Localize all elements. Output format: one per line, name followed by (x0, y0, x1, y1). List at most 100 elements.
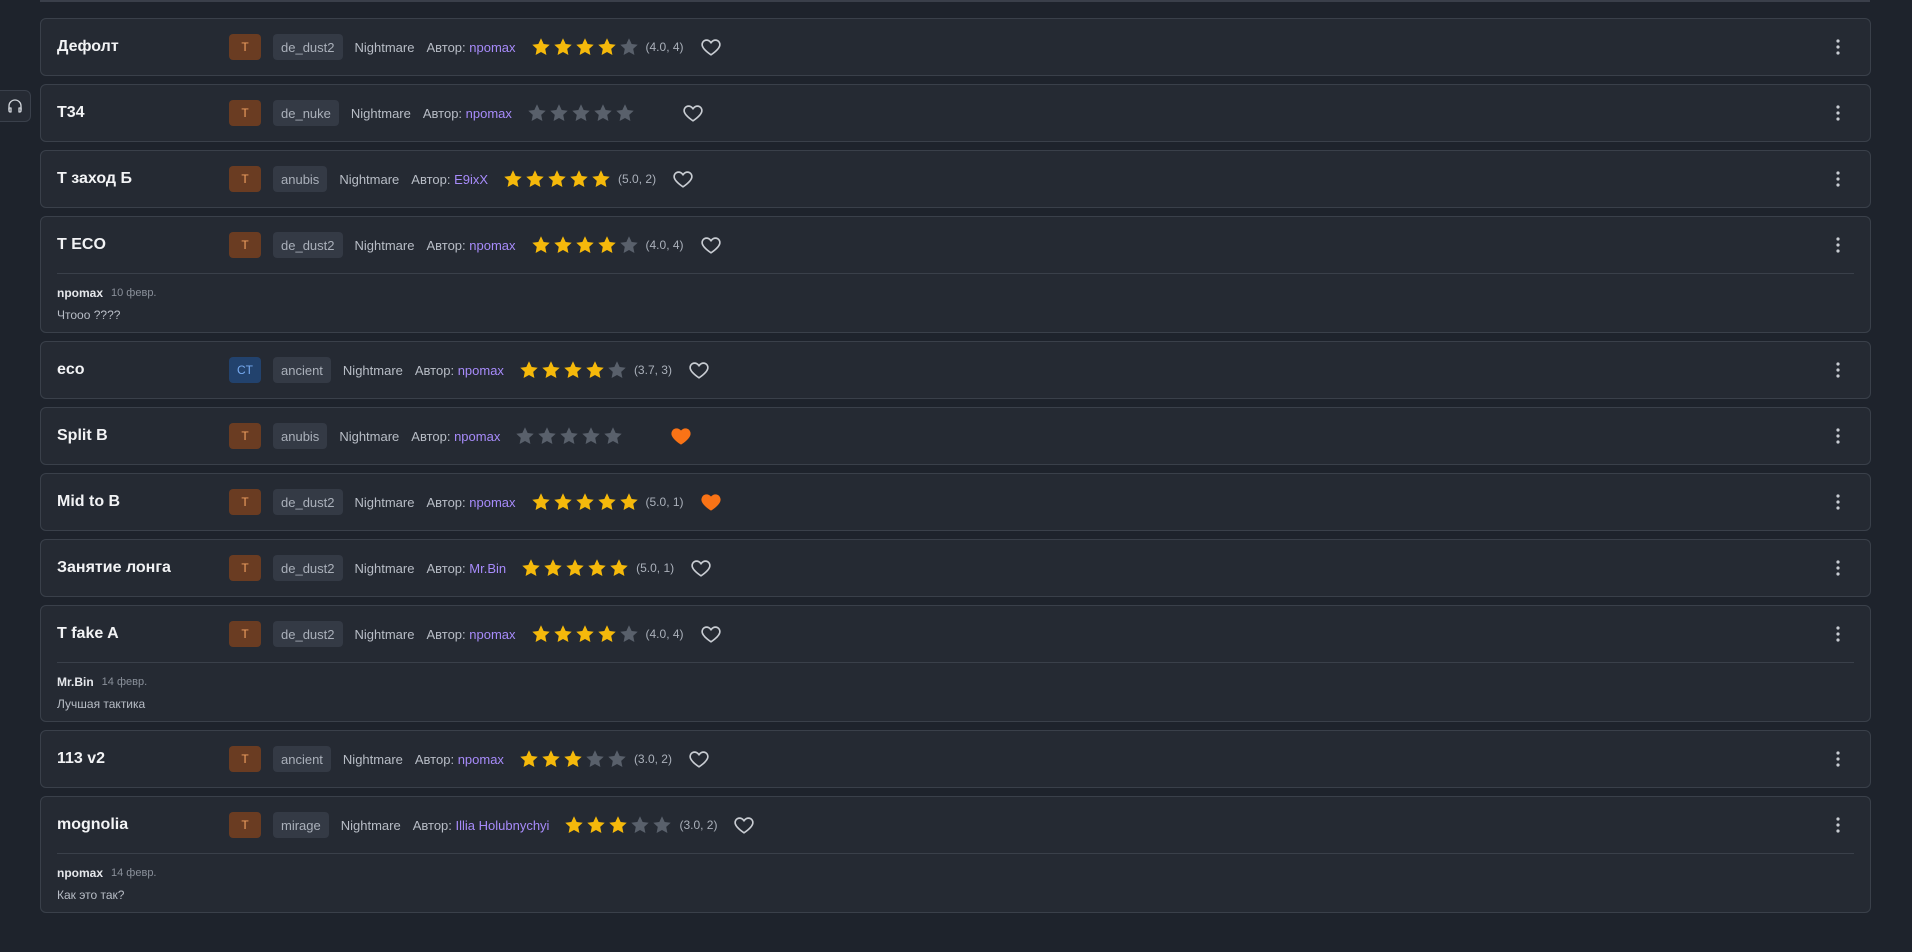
more-vertical-icon[interactable] (1826, 101, 1850, 125)
author-link[interactable]: npomax (469, 238, 515, 253)
author-link[interactable]: npomax (469, 495, 515, 510)
star-icon[interactable] (584, 748, 606, 770)
tactic-row[interactable]: T заход Б T anubis Nightmare Автор: E9ix… (41, 151, 1870, 207)
tactic-title[interactable]: Split B (57, 427, 229, 445)
tactic-title[interactable]: Дефолт (57, 38, 229, 56)
star-icon[interactable] (570, 102, 592, 124)
star-icon[interactable] (524, 168, 546, 190)
star-icon[interactable] (540, 359, 562, 381)
star-icon[interactable] (618, 623, 640, 645)
star-icon[interactable] (596, 623, 618, 645)
tactic-row[interactable]: eco CT ancient Nightmare Автор: npomax (… (41, 342, 1870, 398)
tactic-title[interactable]: Занятие лонга (57, 559, 229, 577)
star-icon[interactable] (536, 425, 558, 447)
star-icon[interactable] (520, 557, 542, 579)
star-icon[interactable] (592, 102, 614, 124)
star-icon[interactable] (618, 491, 640, 513)
star-icon[interactable] (518, 748, 540, 770)
author-link[interactable]: Illia Holubnychyi (456, 818, 550, 833)
star-icon[interactable] (564, 557, 586, 579)
star-icon[interactable] (586, 557, 608, 579)
star-icon[interactable] (629, 814, 651, 836)
star-icon[interactable] (606, 359, 628, 381)
star-icon[interactable] (518, 359, 540, 381)
star-icon[interactable] (552, 234, 574, 256)
star-icon[interactable] (530, 36, 552, 58)
star-icon[interactable] (606, 748, 628, 770)
star-icon[interactable] (530, 234, 552, 256)
star-icon[interactable] (618, 36, 640, 58)
author-link[interactable]: npomax (469, 40, 515, 55)
heart-icon[interactable] (672, 168, 694, 190)
star-icon[interactable] (574, 234, 596, 256)
star-icon[interactable] (580, 425, 602, 447)
author-link[interactable]: Mr.Bin (469, 561, 506, 576)
star-icon[interactable] (562, 748, 584, 770)
star-icon[interactable] (558, 425, 580, 447)
tactic-row[interactable]: Split B T anubis Nightmare Автор: npomax (41, 408, 1870, 464)
heart-icon[interactable] (688, 359, 710, 381)
more-vertical-icon[interactable] (1826, 167, 1850, 191)
tactic-row[interactable]: Занятие лонга T de_dust2 Nightmare Автор… (41, 540, 1870, 596)
tactic-title[interactable]: T заход Б (57, 170, 229, 188)
star-icon[interactable] (546, 168, 568, 190)
star-icon[interactable] (596, 491, 618, 513)
star-icon[interactable] (563, 814, 585, 836)
tactic-row[interactable]: T ECO T de_dust2 Nightmare Автор: npomax… (41, 217, 1870, 273)
author-link[interactable]: npomax (458, 363, 504, 378)
star-icon[interactable] (514, 425, 536, 447)
star-icon[interactable] (596, 234, 618, 256)
star-icon[interactable] (585, 814, 607, 836)
heart-icon[interactable] (670, 425, 692, 447)
heart-icon[interactable] (700, 491, 722, 513)
heart-icon[interactable] (700, 623, 722, 645)
comment-user[interactable]: npomax (57, 866, 103, 880)
tactic-title[interactable]: T34 (57, 104, 229, 122)
tactic-row[interactable]: Дефолт T de_dust2 Nightmare Автор: npoma… (41, 19, 1870, 75)
star-icon[interactable] (574, 623, 596, 645)
heart-icon[interactable] (700, 36, 722, 58)
star-icon[interactable] (540, 748, 562, 770)
star-icon[interactable] (530, 623, 552, 645)
author-link[interactable]: npomax (454, 429, 500, 444)
star-icon[interactable] (574, 36, 596, 58)
heart-icon[interactable] (688, 748, 710, 770)
tactic-row[interactable]: T fake A T de_dust2 Nightmare Автор: npo… (41, 606, 1870, 662)
more-vertical-icon[interactable] (1826, 233, 1850, 257)
star-icon[interactable] (618, 234, 640, 256)
star-icon[interactable] (607, 814, 629, 836)
star-icon[interactable] (526, 102, 548, 124)
heart-icon[interactable] (700, 234, 722, 256)
tactic-row[interactable]: mognolia T mirage Nightmare Автор: Illia… (41, 797, 1870, 853)
tactic-title[interactable]: T ECO (57, 236, 229, 254)
star-icon[interactable] (568, 168, 590, 190)
heart-icon[interactable] (682, 102, 704, 124)
star-icon[interactable] (502, 168, 524, 190)
heart-icon[interactable] (690, 557, 712, 579)
star-icon[interactable] (584, 359, 606, 381)
star-icon[interactable] (614, 102, 636, 124)
tactic-title[interactable]: eco (57, 361, 229, 379)
more-vertical-icon[interactable] (1826, 622, 1850, 646)
tactic-title[interactable]: mognolia (57, 816, 229, 834)
star-icon[interactable] (562, 359, 584, 381)
tactic-title[interactable]: 113 v2 (57, 750, 229, 768)
star-icon[interactable] (608, 557, 630, 579)
tactic-row[interactable]: 113 v2 T ancient Nightmare Автор: npomax… (41, 731, 1870, 787)
more-vertical-icon[interactable] (1826, 35, 1850, 59)
comment-user[interactable]: Mr.Bin (57, 675, 94, 689)
headphones-button[interactable] (0, 90, 31, 122)
heart-icon[interactable] (733, 814, 755, 836)
author-link[interactable]: npomax (466, 106, 512, 121)
comment-user[interactable]: npomax (57, 286, 103, 300)
more-vertical-icon[interactable] (1826, 747, 1850, 771)
star-icon[interactable] (548, 102, 570, 124)
more-vertical-icon[interactable] (1826, 813, 1850, 837)
tactic-row[interactable]: Mid to B T de_dust2 Nightmare Автор: npo… (41, 474, 1870, 530)
tactic-title[interactable]: Mid to B (57, 493, 229, 511)
star-icon[interactable] (651, 814, 673, 836)
star-icon[interactable] (530, 491, 552, 513)
star-icon[interactable] (552, 491, 574, 513)
tactic-row[interactable]: T34 T de_nuke Nightmare Автор: npomax (41, 85, 1870, 141)
more-vertical-icon[interactable] (1826, 490, 1850, 514)
